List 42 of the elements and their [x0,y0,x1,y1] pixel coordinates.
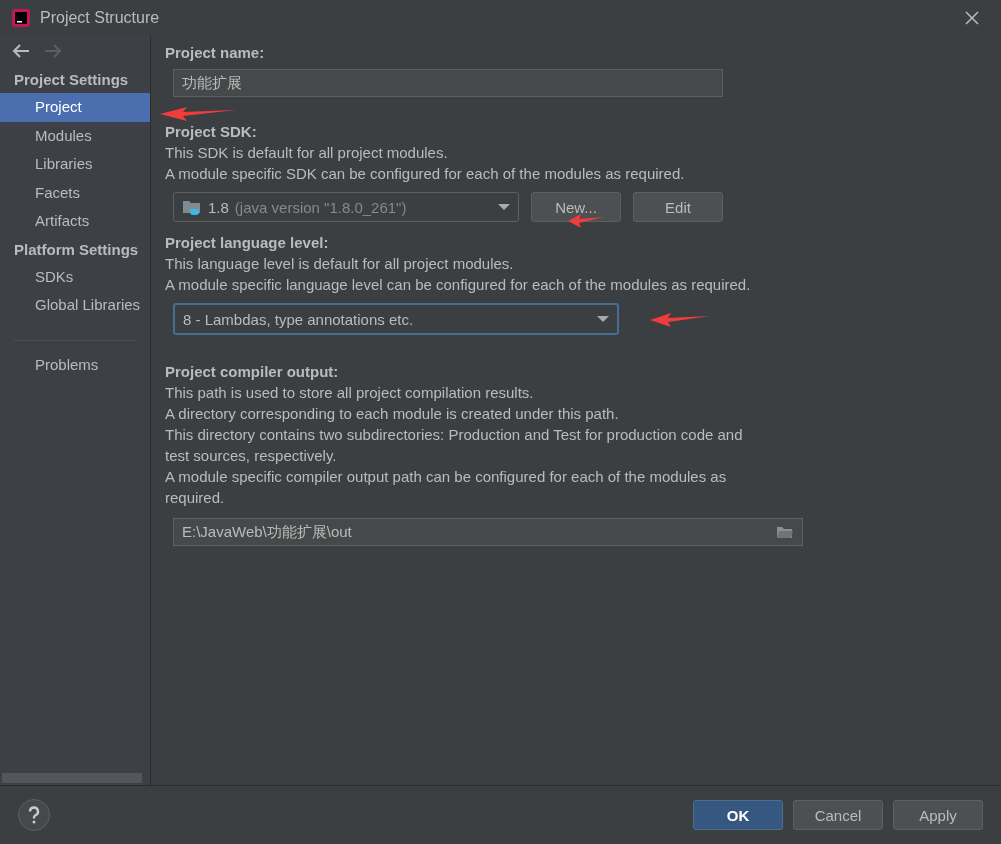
window-title: Project Structure [40,9,161,27]
description-text: A directory corresponding to each module is created under this path. [165,404,620,424]
close-icon[interactable] [965,11,979,25]
description-text: A module specific compiler output path can be configured for each of the modules as required. [165,467,728,508]
output-path-field[interactable]: E:\JavaWeb\功能扩展\out [173,518,803,546]
help-icon[interactable] [18,799,50,831]
description-text: A module specific language level can be configured for each of the modules as required. [165,275,751,295]
dialog-button[interactable]: Apply [893,800,983,830]
dialog-button[interactable]: Cancel [793,800,883,830]
caret-icon [498,203,510,211]
app-logo-icon [12,9,30,27]
field-label: Project name: [165,43,265,63]
sidebar-item[interactable]: Facets [0,178,150,207]
section-label: Project compiler output: [165,362,339,382]
description-text: This SDK is default for all project modules. [165,143,448,163]
sidebar-item[interactable]: Problems [0,350,150,379]
section-label: Project language level: [165,233,329,253]
description-text: This directory contains two subdirectories: Production and Test for production code and test sources, respectively. [165,425,744,466]
annotation-arrow [568,214,604,228]
sidebar-item[interactable]: Global Libraries [0,291,150,320]
description-text: A module specific SDK can be configured for each of the modules as required. [165,164,685,184]
sidebar-item[interactable]: SDKs [0,262,150,291]
project-name-field[interactable]: 功能扩展 [173,69,723,97]
folder-icon[interactable] [776,525,794,539]
sdk-button[interactable]: New... [531,192,621,222]
sidebar-heading: Platform Settings [13,239,140,260]
sdk-folder-icon [182,198,202,216]
sdk-dropdown[interactable]: 1.8 (java version "1.8.0_261") [173,192,519,222]
back-arrow-icon[interactable] [12,44,30,58]
caret-icon [597,315,609,323]
annotation-arrow [650,313,710,327]
language-level-dropdown[interactable]: 8 - Lambdas, type annotations etc. [173,303,619,335]
sidebar-item[interactable]: Libraries [0,150,150,179]
sidebar-heading: Project Settings [13,70,130,90]
description-text: This path is used to store all project compilation results. [165,383,535,403]
sidebar-item[interactable]: Project [0,93,150,122]
dialog-button[interactable]: OK [693,800,783,830]
sdk-button[interactable]: Edit [633,192,723,222]
sidebar-item[interactable]: Modules [0,121,150,150]
section-label: Project SDK: [165,122,257,142]
sidebar-item[interactable]: Artifacts [0,207,150,236]
description-text: This language level is default for all project modules. [165,254,514,274]
